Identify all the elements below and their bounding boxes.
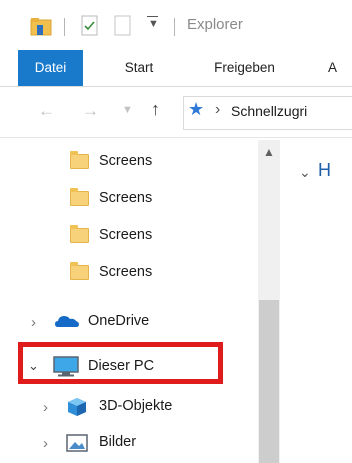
tab-datei[interactable]: Datei (18, 50, 83, 86)
up-icon[interactable]: ↑ (151, 99, 160, 120)
highlight-box (18, 342, 223, 384)
tab-ansicht[interactable]: A (328, 50, 352, 86)
star-icon: ★ (188, 99, 205, 119)
breadcrumb-chevron-icon[interactable]: › (215, 101, 220, 119)
recent-locations-icon[interactable]: ▼ (122, 104, 133, 116)
nav-item-screens[interactable]: Screens (99, 218, 152, 252)
title-bar (0, 0, 352, 50)
onedrive-icon (54, 313, 80, 329)
forward-icon[interactable]: → (82, 101, 99, 121)
pictures-icon (66, 434, 88, 452)
folder-icon[interactable] (30, 17, 52, 36)
nav-item-screens[interactable]: Screens (99, 255, 152, 289)
nav-item-bilder[interactable]: Bilder (99, 425, 136, 459)
new-folder-icon[interactable] (114, 15, 132, 37)
title-separator (174, 18, 175, 36)
folder-icon (70, 262, 89, 280)
customize-underline (147, 16, 158, 17)
address-path[interactable]: Schnellzugri (231, 103, 307, 119)
chevron-right-icon[interactable]: › (43, 435, 48, 452)
quick-access-separator (64, 18, 65, 36)
nav-item-3d-objekte[interactable]: 3D-Objekte (99, 389, 172, 423)
chevron-right-icon[interactable]: › (43, 399, 48, 416)
chevron-down-icon[interactable]: ⌄ (299, 164, 311, 181)
window-title: Explorer (187, 16, 243, 33)
folder-icon (70, 151, 89, 169)
folder-icon (70, 188, 89, 206)
scroll-up-icon[interactable]: ▲ (258, 140, 280, 164)
nav-item-screens[interactable]: Screens (99, 144, 152, 178)
nav-item-screens[interactable]: Screens (99, 181, 152, 215)
properties-icon[interactable] (80, 15, 100, 37)
folder-icon (70, 225, 89, 243)
tab-freigeben[interactable]: Freigeben (197, 50, 292, 86)
chevron-right-icon[interactable]: › (31, 314, 36, 331)
customize-toolbar-icon[interactable]: ▼ (148, 18, 159, 30)
nav-item-onedrive[interactable]: OneDrive (88, 304, 149, 338)
cube-icon (66, 396, 88, 418)
content-group-heading: H (318, 160, 331, 180)
tab-start[interactable]: Start (112, 50, 166, 86)
scrollbar-thumb[interactable] (259, 300, 279, 463)
back-icon[interactable]: ← (38, 101, 55, 121)
